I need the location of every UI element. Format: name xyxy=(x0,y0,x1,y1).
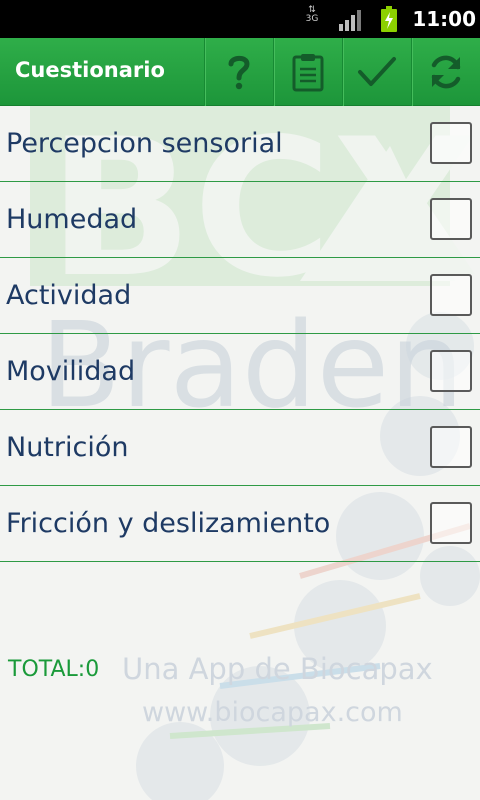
question-icon xyxy=(228,55,250,90)
watermark-app-credit: Una App de Biocapax xyxy=(122,652,433,686)
total-score: TOTAL:0 xyxy=(8,657,100,682)
question-list: Percepcion sensorial Humedad Actividad M… xyxy=(0,106,480,562)
checkbox[interactable] xyxy=(430,502,472,544)
clipboard-button[interactable] xyxy=(273,38,342,106)
list-item[interactable]: Nutrición xyxy=(0,410,480,486)
refresh-button[interactable] xyxy=(411,38,480,106)
help-button[interactable] xyxy=(204,38,273,106)
status-bar: ⇅ 3G 11:00 xyxy=(0,0,480,38)
status-time: 11:00 xyxy=(412,7,476,31)
data-network-indicator: ⇅ 3G xyxy=(303,6,321,32)
list-item-label: Actividad xyxy=(6,280,132,311)
checkbox[interactable] xyxy=(430,426,472,468)
check-button[interactable] xyxy=(342,38,411,106)
refresh-icon xyxy=(431,55,461,89)
list-item-label: Percepcion sensorial xyxy=(6,128,283,159)
list-item-label: Humedad xyxy=(6,204,138,235)
checkbox[interactable] xyxy=(430,122,472,164)
list-item-label: Fricción y deslizamiento xyxy=(6,508,331,539)
list-item[interactable]: Humedad xyxy=(0,182,480,258)
checkbox[interactable] xyxy=(430,198,472,240)
network-type: 3G xyxy=(305,14,319,24)
page-title: Cuestionario xyxy=(15,58,165,82)
clipboard-icon xyxy=(292,54,324,92)
list-item-label: Movilidad xyxy=(6,356,136,387)
list-item[interactable]: Percepcion sensorial xyxy=(0,106,480,182)
action-bar: Cuestionario xyxy=(0,38,480,106)
signal-icon xyxy=(339,10,361,31)
watermark-website: www.biocapax.com xyxy=(142,697,403,728)
list-item[interactable]: Fricción y deslizamiento xyxy=(0,486,480,562)
battery-charging-icon xyxy=(381,6,397,32)
list-item[interactable]: Actividad xyxy=(0,258,480,334)
list-item[interactable]: Movilidad xyxy=(0,334,480,410)
list-item-label: Nutrición xyxy=(6,432,129,463)
checkbox[interactable] xyxy=(430,350,472,392)
checkmark-icon xyxy=(358,57,396,86)
checkbox[interactable] xyxy=(430,274,472,316)
